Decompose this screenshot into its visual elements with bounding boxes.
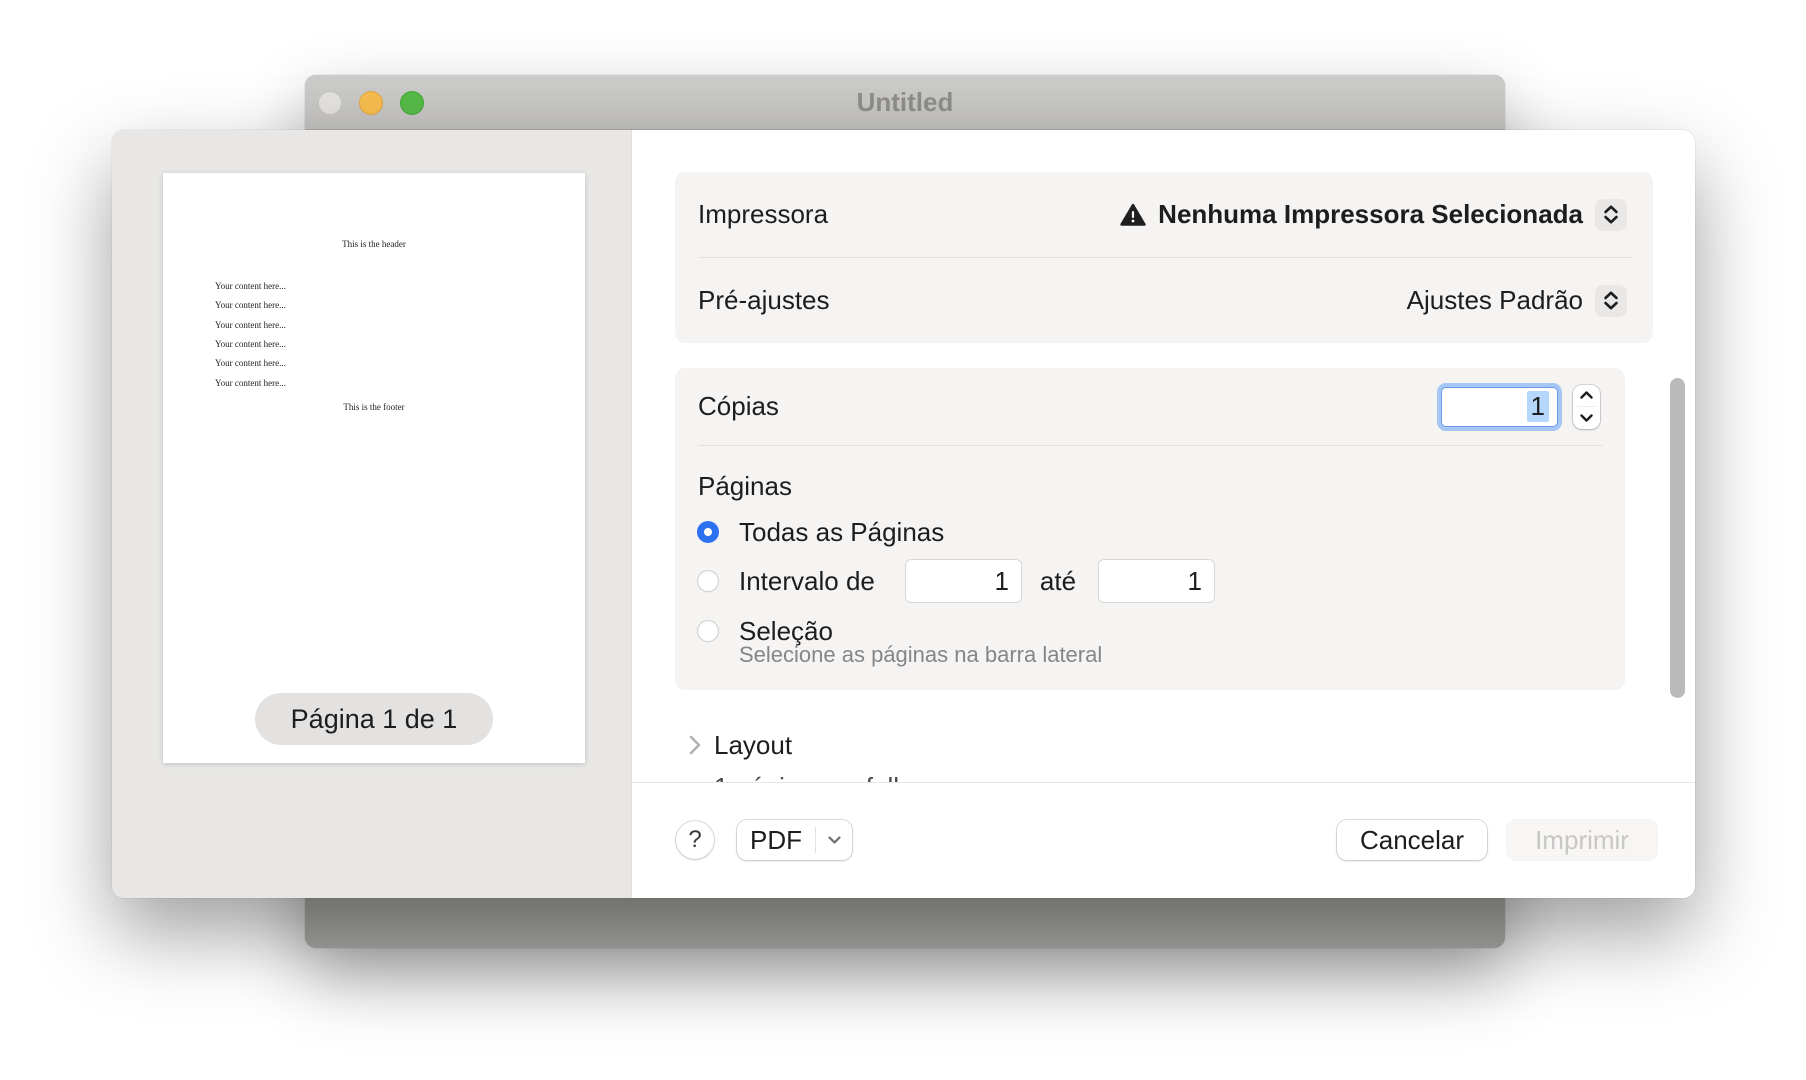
chevron-down-icon — [1580, 414, 1593, 422]
chevron-down-icon — [1603, 301, 1619, 310]
printer-select[interactable]: Nenhuma Impressora Selecionada — [1120, 199, 1627, 231]
titlebar: Untitled — [305, 75, 1505, 130]
printer-presets-card: Impressora Nenhuma Impressora Selecionad… — [675, 172, 1653, 343]
presets-stepper[interactable] — [1595, 285, 1627, 317]
dialog-footer: ? PDF Cancelar Imprimir — [632, 782, 1695, 898]
preview-header-text: This is the header — [163, 239, 585, 249]
radio-page-range[interactable] — [697, 570, 719, 592]
scrollbar-thumb[interactable] — [1670, 378, 1685, 698]
printer-row: Impressora Nenhuma Impressora Selecionad… — [675, 172, 1653, 257]
cancel-button[interactable]: Cancelar — [1337, 820, 1487, 860]
range-to-word: até — [1033, 564, 1083, 598]
print-settings-pane: Impressora Nenhuma Impressora Selecionad… — [632, 130, 1695, 898]
warning-icon — [1120, 203, 1146, 227]
layout-label: Layout — [714, 730, 792, 761]
desktop: Untitled This is the header Your content… — [0, 0, 1806, 1080]
page-preview: This is the header Your content here... … — [163, 173, 585, 763]
close-button[interactable] — [318, 91, 342, 115]
chevron-up-icon — [1580, 391, 1593, 399]
presets-value: Ajustes Padrão — [1407, 285, 1583, 316]
copies-pages-card: Cópias 1 — [675, 368, 1625, 690]
preview-content-line: Your content here... — [215, 378, 286, 388]
range-from-input[interactable]: 1 — [905, 559, 1022, 603]
pdf-menu-chevron[interactable] — [816, 836, 852, 844]
printer-label: Impressora — [698, 199, 828, 230]
preview-content-line: Your content here... — [215, 320, 286, 330]
page-indicator: Página 1 de 1 — [255, 693, 493, 745]
selection-hint: Selecione as páginas na barra lateral — [739, 642, 1102, 668]
pages-label: Páginas — [698, 471, 792, 502]
chevron-up-icon — [1603, 205, 1619, 214]
presets-row: Pré-ajustes Ajustes Padrão — [675, 258, 1653, 343]
chevron-down-icon — [1603, 215, 1619, 224]
range-label: Intervalo de — [739, 564, 875, 598]
help-button[interactable]: ? — [676, 821, 714, 859]
range-to-input[interactable]: 1 — [1098, 559, 1215, 603]
all-pages-label: Todas as Páginas — [739, 515, 944, 549]
minimize-button[interactable] — [359, 91, 383, 115]
pdf-menu-button[interactable]: PDF — [737, 820, 852, 860]
radio-all-pages[interactable] — [697, 521, 719, 543]
pdf-label: PDF — [737, 825, 815, 856]
preview-content-line: Your content here... — [215, 300, 286, 310]
window-title: Untitled — [305, 75, 1505, 130]
layout-disclosure[interactable]: Layout — [689, 727, 792, 763]
print-button[interactable]: Imprimir — [1507, 820, 1657, 860]
divider — [698, 445, 1603, 446]
preview-footer-text: This is the footer — [163, 402, 585, 412]
copies-label: Cópias — [698, 391, 779, 422]
layout-peek-text: 1 página por folha — [714, 772, 922, 782]
preview-content-line: Your content here... — [215, 339, 286, 349]
chevron-down-icon — [828, 836, 841, 844]
printer-value: Nenhuma Impressora Selecionada — [1158, 199, 1583, 230]
presets-label: Pré-ajustes — [698, 285, 830, 316]
zoom-button[interactable] — [400, 91, 424, 115]
preview-content-line: Your content here... — [215, 281, 286, 291]
radio-selection[interactable] — [697, 620, 719, 642]
copies-row: Cópias 1 — [675, 368, 1625, 445]
chevron-up-icon — [1603, 291, 1619, 300]
print-dialog: This is the header Your content here... … — [112, 130, 1695, 898]
print-preview-pane: This is the header Your content here... … — [112, 130, 632, 898]
preview-content-line: Your content here... — [215, 358, 286, 368]
presets-select[interactable]: Ajustes Padrão — [1407, 285, 1627, 317]
copies-stepper[interactable] — [1573, 385, 1600, 429]
copies-value: 1 — [1527, 391, 1549, 422]
chevron-right-icon — [689, 735, 701, 755]
printer-stepper[interactable] — [1595, 199, 1627, 231]
stepper-down[interactable] — [1573, 407, 1600, 429]
copies-input[interactable]: 1 — [1441, 387, 1558, 427]
stepper-up[interactable] — [1573, 385, 1600, 407]
